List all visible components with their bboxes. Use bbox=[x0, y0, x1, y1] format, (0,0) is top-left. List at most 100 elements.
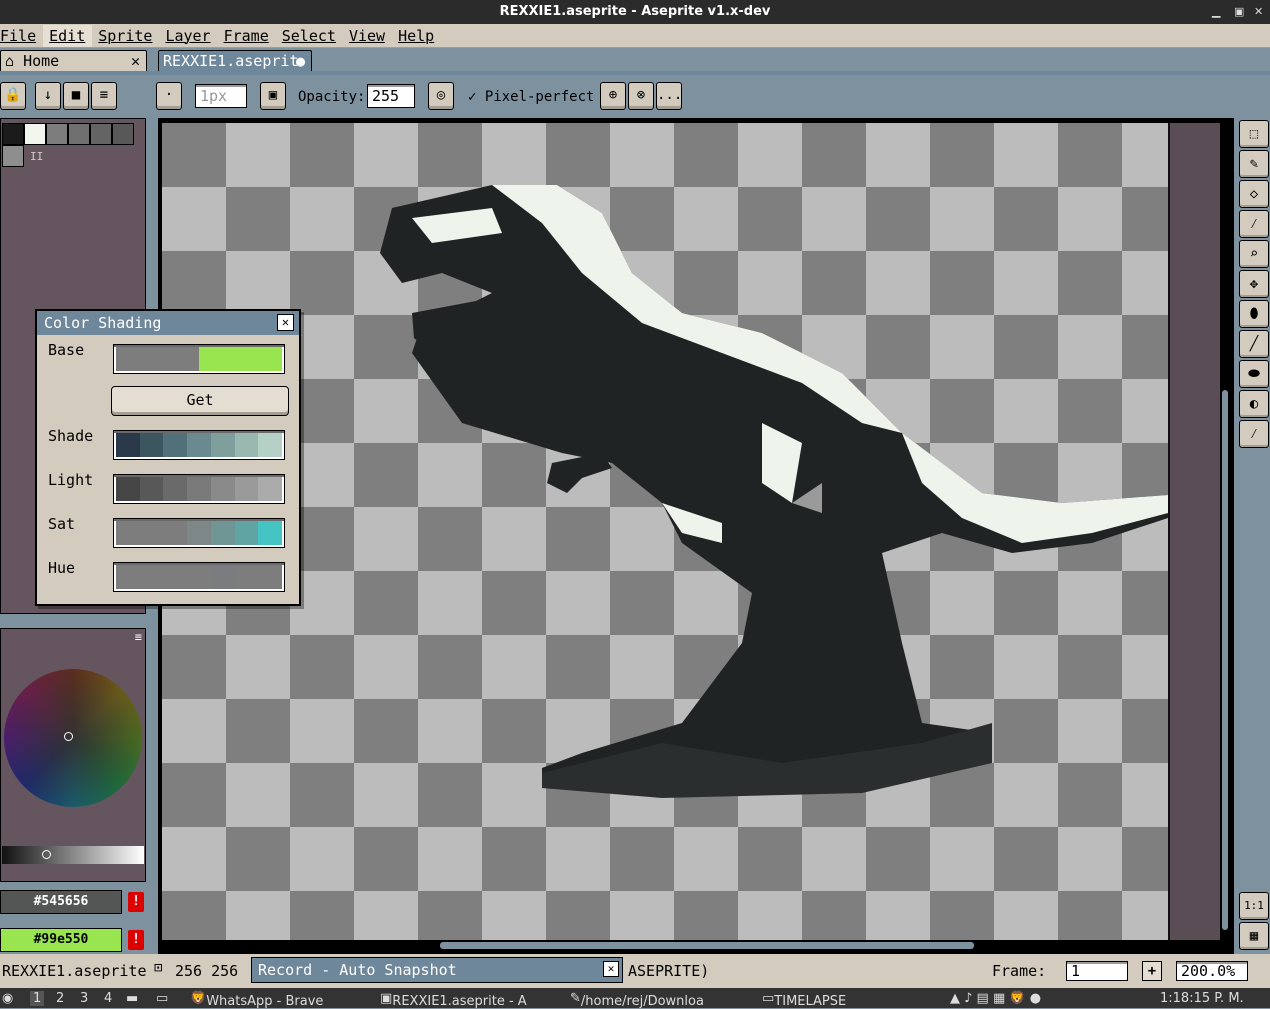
color-wheel-cursor[interactable] bbox=[64, 732, 73, 741]
minimize-icon[interactable]: ▁ bbox=[1212, 0, 1220, 24]
shade-swatch[interactable] bbox=[210, 521, 235, 545]
brush-size-input[interactable]: 1px bbox=[195, 84, 247, 108]
shade-swatch[interactable] bbox=[139, 477, 164, 501]
hue-color-strip[interactable] bbox=[113, 562, 285, 592]
shade-swatch[interactable] bbox=[210, 477, 235, 501]
shade-swatch[interactable] bbox=[116, 347, 199, 371]
marquee-tool-icon[interactable]: ⬚ bbox=[1239, 120, 1269, 148]
close-icon[interactable]: ✕ bbox=[1254, 0, 1263, 24]
tab-close-icon[interactable]: ✕ bbox=[131, 51, 140, 71]
shade-swatch[interactable] bbox=[163, 433, 188, 457]
shade-swatch[interactable] bbox=[234, 433, 259, 457]
menu-select[interactable]: Select bbox=[276, 25, 343, 47]
shade-color-strip[interactable] bbox=[113, 430, 285, 460]
shade-swatch[interactable] bbox=[258, 565, 283, 589]
shade-swatch[interactable] bbox=[116, 521, 140, 545]
menu-view[interactable]: View bbox=[343, 25, 392, 47]
contour-tool-icon[interactable]: ◐ bbox=[1239, 390, 1269, 418]
fill-tool-icon[interactable]: ⬮ bbox=[1239, 300, 1269, 328]
ink-icon[interactable]: ◎ bbox=[428, 82, 454, 110]
eyedropper-tool-icon[interactable]: ⁄ bbox=[1239, 210, 1269, 238]
shade-swatch[interactable] bbox=[187, 521, 211, 545]
shade-swatch[interactable] bbox=[116, 477, 140, 501]
workspace-2[interactable]: 2 bbox=[56, 991, 64, 1006]
actual-size-icon[interactable]: 1:1 bbox=[1239, 892, 1269, 920]
palette-swatch[interactable] bbox=[68, 123, 90, 145]
move-tool-icon[interactable]: ✥ bbox=[1239, 270, 1269, 298]
window-icon[interactable]: ▭ bbox=[156, 991, 168, 1006]
stamp-icon[interactable]: ▣ bbox=[260, 82, 286, 110]
dialog-close-icon[interactable]: ✕ bbox=[277, 314, 294, 331]
tab-home[interactable]: ⌂ Home ✕ bbox=[0, 50, 147, 72]
warning-icon[interactable]: ! bbox=[128, 892, 144, 912]
shade-swatch[interactable] bbox=[139, 433, 164, 457]
unsaved-dot-icon[interactable]: ● bbox=[296, 51, 305, 71]
wheel-menu-icon[interactable]: ≡ bbox=[135, 630, 142, 644]
shade-swatch[interactable] bbox=[199, 347, 282, 371]
add-frame-icon[interactable]: + bbox=[1142, 961, 1162, 981]
shade-swatch[interactable] bbox=[116, 565, 140, 589]
lock-icon[interactable]: 🔒 bbox=[0, 82, 26, 110]
record-close-icon[interactable]: ✕ bbox=[603, 961, 619, 977]
zoom-tool-icon[interactable]: ⌕ bbox=[1239, 240, 1269, 268]
color-wheel[interactable] bbox=[4, 669, 142, 807]
workspace-4[interactable]: 4 bbox=[104, 991, 112, 1006]
palette-swatch[interactable] bbox=[2, 123, 24, 145]
menu-edit[interactable]: Edit bbox=[43, 24, 93, 47]
start-menu-icon[interactable]: ◉ bbox=[2, 991, 13, 1006]
frame-input[interactable]: 1 bbox=[1066, 961, 1128, 981]
menu-help[interactable]: Help bbox=[392, 25, 441, 47]
base-color-strip[interactable] bbox=[113, 344, 285, 374]
shade-swatch[interactable] bbox=[234, 521, 259, 545]
maximize-icon[interactable]: ▣ bbox=[1234, 0, 1244, 24]
pixel-perfect-checkbox[interactable]: ✓ Pixel-perfect bbox=[468, 86, 594, 108]
tray-icons[interactable]: ▲ ♪ ▤ ▦ 🦁 ● bbox=[950, 991, 1041, 1006]
shade-swatch[interactable] bbox=[187, 565, 211, 589]
palette-swatch[interactable] bbox=[112, 123, 134, 145]
shade-swatch[interactable] bbox=[139, 565, 164, 589]
palette-swatch[interactable] bbox=[46, 123, 68, 145]
palette-menu-icon[interactable]: ≡ bbox=[91, 82, 117, 110]
palette-swatch[interactable] bbox=[90, 123, 112, 145]
shade-swatch[interactable] bbox=[258, 433, 283, 457]
palette-swatch[interactable] bbox=[24, 123, 46, 145]
workspace-1[interactable]: 1 bbox=[30, 991, 45, 1006]
blur-tool-icon[interactable]: ⁄ bbox=[1239, 420, 1269, 448]
value-slider[interactable] bbox=[2, 846, 144, 864]
menu-sprite[interactable]: Sprite bbox=[92, 25, 159, 47]
value-slider-cursor[interactable] bbox=[42, 850, 51, 859]
line-tool-icon[interactable]: ╱ bbox=[1239, 330, 1269, 358]
shade-swatch[interactable] bbox=[258, 521, 283, 545]
shade-swatch[interactable] bbox=[234, 565, 259, 589]
menu-file[interactable]: File bbox=[0, 25, 43, 47]
shade-swatch[interactable] bbox=[139, 521, 164, 545]
shade-swatch[interactable] bbox=[187, 433, 211, 457]
eraser-tool-icon[interactable]: ◇ bbox=[1239, 180, 1269, 208]
background-color[interactable]: #99e550 bbox=[0, 928, 122, 952]
opacity-input[interactable]: 255 bbox=[367, 84, 415, 108]
palette-swatch[interactable] bbox=[2, 145, 24, 167]
files-icon[interactable]: ▬ bbox=[126, 991, 138, 1006]
ellipse-tool-icon[interactable]: ⬬ bbox=[1239, 360, 1269, 388]
light-color-strip[interactable] bbox=[113, 474, 285, 504]
taskbar-app-files[interactable]: ✎ /home/rej/Downloa bbox=[570, 991, 704, 1009]
shade-swatch[interactable] bbox=[163, 565, 188, 589]
zoom-input[interactable]: 200.0% bbox=[1176, 961, 1248, 981]
pencil-tool-icon[interactable]: ✎ bbox=[1239, 150, 1269, 178]
shade-swatch[interactable] bbox=[234, 477, 259, 501]
shade-swatch[interactable] bbox=[116, 433, 140, 457]
shade-swatch[interactable] bbox=[187, 477, 211, 501]
shade-swatch[interactable] bbox=[163, 521, 188, 545]
brush-type-button[interactable]: · bbox=[156, 82, 182, 110]
more-options-button[interactable]: ... bbox=[656, 82, 682, 110]
shade-swatch[interactable] bbox=[258, 477, 283, 501]
shade-swatch[interactable] bbox=[163, 477, 188, 501]
timeline-toggle-icon[interactable]: ▦ bbox=[1239, 922, 1269, 950]
warning-icon[interactable]: ! bbox=[128, 930, 144, 950]
shade-swatch[interactable] bbox=[210, 565, 235, 589]
tab-rexxie1[interactable]: REXXIE1.aseprit ● bbox=[158, 50, 312, 72]
sprite-canvas[interactable] bbox=[162, 123, 1168, 940]
download-icon[interactable]: ↓ bbox=[35, 82, 61, 110]
workspace-3[interactable]: 3 bbox=[80, 991, 88, 1006]
taskbar-app-aseprite[interactable]: ▣ REXXIE1.aseprite - A bbox=[380, 991, 527, 1009]
